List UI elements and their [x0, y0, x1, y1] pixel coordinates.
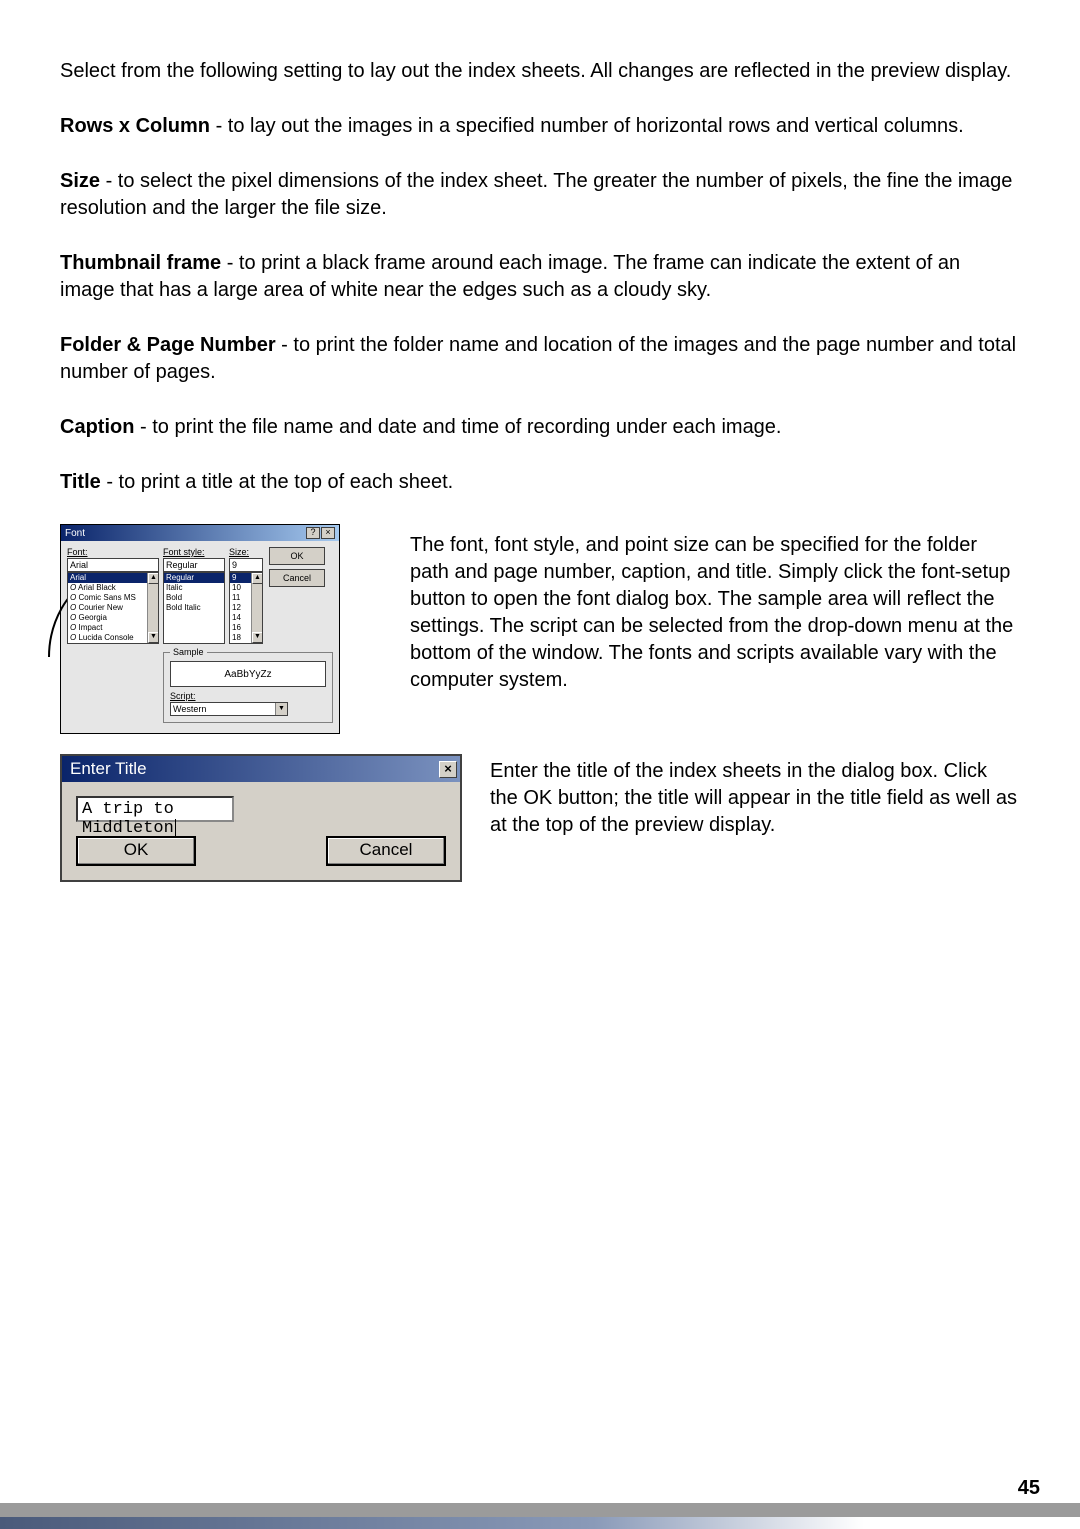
- sample-box: AaBbYyZz: [170, 661, 326, 687]
- close-icon[interactable]: ×: [439, 761, 457, 778]
- size-label: Size:: [229, 547, 263, 557]
- title-desc: - to print a title at the top of each sh…: [101, 471, 453, 493]
- font-description: The font, font style, and point size can…: [410, 524, 1020, 694]
- caption-label: Caption: [60, 416, 134, 438]
- enter-title-label: Enter Title: [70, 759, 147, 779]
- title-setting: Title - to print a title at the top of e…: [60, 469, 1020, 496]
- size-input[interactable]: 9: [229, 558, 263, 572]
- chevron-down-icon[interactable]: ▼: [275, 703, 287, 715]
- list-item[interactable]: O Comic Sans MS: [68, 593, 158, 603]
- size-setting: Size - to select the pixel dimensions of…: [60, 168, 1020, 222]
- enter-title-dialog: Enter Title × A trip to Middleton​ OK Ca…: [60, 754, 462, 882]
- script-label: Script:: [170, 691, 326, 701]
- size-list[interactable]: 9 10 11 12 14 16 18 ▲ ▼: [229, 572, 263, 644]
- folder-label: Folder & Page Number: [60, 334, 276, 356]
- cancel-button[interactable]: Cancel: [269, 569, 325, 587]
- caption-desc: - to print the file name and date and ti…: [134, 416, 781, 438]
- size-label: Size: [60, 170, 100, 192]
- list-item[interactable]: O Lucida Console: [68, 633, 158, 643]
- list-item[interactable]: Arial: [68, 573, 158, 583]
- sample-legend: Sample: [170, 647, 207, 657]
- list-item[interactable]: Regular: [164, 573, 224, 583]
- list-item[interactable]: O Courier New: [68, 603, 158, 613]
- rows-label: Rows x Column: [60, 115, 210, 137]
- script-value: Western: [173, 703, 206, 715]
- list-item[interactable]: Bold: [164, 593, 224, 603]
- scrollbar[interactable]: ▲ ▼: [251, 573, 262, 643]
- title-description: Enter the title of the index sheets in t…: [490, 754, 1020, 839]
- sample-group: Sample AaBbYyZz Script: Western ▼: [163, 652, 333, 723]
- font-style-input[interactable]: Regular: [163, 558, 225, 572]
- cancel-button[interactable]: Cancel: [326, 836, 446, 866]
- caption-setting: Caption - to print the file name and dat…: [60, 414, 1020, 441]
- help-button[interactable]: ?: [306, 527, 320, 539]
- font-list[interactable]: Arial O Arial Black O Comic Sans MS O Co…: [67, 572, 159, 644]
- page-number: 45: [1018, 1477, 1040, 1500]
- thumb-label: Thumbnail frame: [60, 252, 221, 274]
- scroll-up-button[interactable]: ▲: [252, 573, 263, 584]
- font-dialog: Font ? × Font: Arial Arial O Arial Black: [60, 524, 340, 734]
- list-item[interactable]: O Impact: [68, 623, 158, 633]
- ok-button[interactable]: OK: [76, 836, 196, 866]
- script-select[interactable]: Western ▼: [170, 702, 288, 716]
- ok-button[interactable]: OK: [269, 547, 325, 565]
- font-input[interactable]: Arial: [67, 558, 159, 572]
- intro-text: Select from the following setting to lay…: [60, 58, 1020, 85]
- title-label: Title: [60, 471, 101, 493]
- scrollbar[interactable]: ▲ ▼: [147, 573, 158, 643]
- size-desc: - to select the pixel dimensions of the …: [60, 170, 1012, 219]
- font-dialog-title: Font: [65, 528, 85, 539]
- folder-setting: Folder & Page Number - to print the fold…: [60, 332, 1020, 386]
- scroll-down-button[interactable]: ▼: [252, 632, 263, 643]
- enter-title-titlebar: Enter Title ×: [62, 756, 460, 782]
- page-footer: 45: [0, 1503, 1080, 1529]
- list-item[interactable]: O Georgia: [68, 613, 158, 623]
- rows-desc: - to lay out the images in a specified n…: [210, 115, 964, 137]
- font-style-list[interactable]: Regular Italic Bold Bold Italic: [163, 572, 225, 644]
- list-item[interactable]: Bold Italic: [164, 603, 224, 613]
- rows-setting: Rows x Column - to lay out the images in…: [60, 113, 1020, 140]
- scroll-down-button[interactable]: ▼: [148, 632, 159, 643]
- list-item[interactable]: Italic: [164, 583, 224, 593]
- thumb-setting: Thumbnail frame - to print a black frame…: [60, 250, 1020, 304]
- close-button[interactable]: ×: [321, 527, 335, 539]
- title-input[interactable]: A trip to Middleton​: [76, 796, 234, 822]
- font-dialog-titlebar: Font ? ×: [61, 525, 339, 541]
- scroll-up-button[interactable]: ▲: [148, 573, 159, 584]
- font-label: Font:: [67, 547, 159, 557]
- font-style-label: Font style:: [163, 547, 225, 557]
- list-item[interactable]: O Arial Black: [68, 583, 158, 593]
